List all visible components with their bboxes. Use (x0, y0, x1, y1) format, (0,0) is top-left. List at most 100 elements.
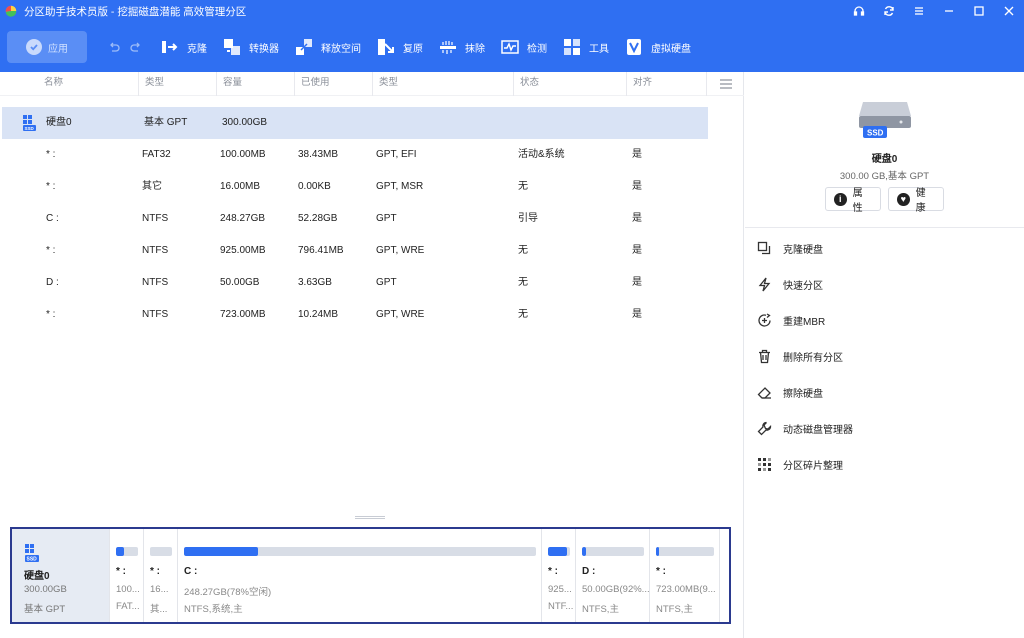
op-defrag[interactable]: 分区碎片整理 (757, 454, 843, 474)
headset-icon[interactable] (844, 0, 874, 22)
cell-align: 是 (632, 149, 642, 160)
partition-size: 925... (548, 584, 572, 595)
disk-map-partition[interactable]: C : 248.27GB(78%空闲) NTFS,系统,主 (178, 529, 542, 622)
undo-icon[interactable] (107, 41, 120, 54)
column-settings-icon[interactable] (706, 72, 744, 96)
op-rebuild-mbr[interactable]: 重建MBR (757, 310, 825, 330)
cell-used: 796.41MB (298, 245, 344, 256)
clone-disk-icon (757, 241, 771, 254)
tool-virtual-disk[interactable]: 虚拟硬盘 (625, 31, 691, 63)
usage-bar (656, 547, 714, 556)
col-fs-type[interactable]: 类型 (138, 72, 216, 96)
tool-label: 转换器 (249, 43, 279, 55)
partition-fs: NTFS,主 (656, 604, 693, 615)
svg-text:SSD: SSD (27, 557, 38, 563)
tool-convert[interactable]: 转换器 (223, 31, 279, 63)
partition-letter: D : (582, 566, 596, 577)
ssd-disk-icon: SSD (859, 102, 911, 138)
col-align[interactable]: 对齐 (626, 72, 706, 96)
refresh-icon[interactable] (874, 0, 904, 22)
cell-status: 引导 (518, 213, 538, 224)
cell-name: C : (46, 213, 59, 224)
partition-row[interactable]: * : FAT32 100.00MB 38.43MB GPT, EFI 活动&系统 是 (0, 139, 744, 171)
lightning-icon (758, 277, 771, 291)
properties-label: 属性 (852, 188, 863, 214)
app-logo-icon (5, 5, 17, 17)
health-label: 健康 (915, 188, 926, 214)
disk-row[interactable]: SSD 硬盘0 基本 GPT 300.00GB (2, 107, 708, 139)
cell-align: 是 (632, 245, 642, 256)
tool-free-space[interactable]: 释放空间 (295, 31, 361, 63)
partition-fs: NTF... (548, 601, 574, 612)
tools-icon (563, 38, 581, 56)
tool-restore[interactable]: 复原 (377, 31, 423, 63)
op-quick-partition[interactable]: 快速分区 (757, 274, 823, 294)
partition-row[interactable]: * : NTFS 925.00MB 796.41MB GPT, WRE 无 是 (0, 235, 744, 267)
cell-used: 52.28GB (298, 213, 338, 224)
partition-row[interactable]: D : NTFS 50.00GB 3.63GB GPT 无 是 (0, 267, 744, 299)
cell-align: 是 (632, 181, 642, 192)
tool-detect[interactable]: 检测 (501, 31, 547, 63)
col-name[interactable]: 名称 (38, 72, 138, 96)
disk-map-partition[interactable]: * : 16... 其... (144, 529, 178, 622)
partition-row[interactable]: * : NTFS 723.00MB 10.24MB GPT, WRE 无 是 (0, 299, 744, 331)
panel-splitter[interactable] (355, 516, 385, 519)
apply-button[interactable]: 应用 (7, 31, 87, 63)
partition-fs: FAT... (116, 601, 140, 612)
health-button[interactable]: ♥ 健康 (888, 187, 944, 214)
disk-map-partition[interactable]: * : 925... NTF... (542, 529, 576, 622)
map-disk-type: 基本 GPT (24, 604, 66, 615)
partition-row[interactable]: * : 其它 16.00MB 0.00KB GPT, MSR 无 是 (0, 171, 744, 203)
op-delete-all-partitions[interactable]: 删除所有分区 (757, 346, 843, 366)
op-dynamic-disk-manager[interactable]: 动态磁盘管理器 (757, 418, 853, 438)
tool-label: 抹除 (465, 43, 485, 55)
partition-fs: NTFS,系统,主 (184, 604, 243, 615)
disk-map-partition[interactable]: * : 723.00MB(9... NTFS,主 (650, 529, 720, 622)
tool-tools[interactable]: 工具 (563, 31, 609, 63)
cell-capacity: 925.00MB (220, 245, 266, 256)
disk-map-partition[interactable]: D : 50.00GB(92%... NTFS,主 (576, 529, 650, 622)
health-icon: ♥ (897, 192, 910, 206)
disk-map-disk[interactable]: SSD 硬盘0 300.00GB 基本 GPT (12, 529, 110, 622)
col-partition-type[interactable]: 类型 (372, 72, 513, 96)
partition-letter: * : (548, 566, 558, 577)
col-used[interactable]: 已使用 (294, 72, 372, 96)
ssd-badge-text: SSD (867, 129, 884, 138)
properties-button[interactable]: i 属性 (825, 187, 881, 214)
title-bar: 分区助手技术员版 - 挖掘磁盘潜能 高效管理分区 (0, 0, 1024, 22)
cell-ptype: GPT, MSR (376, 181, 424, 192)
map-disk-size: 300.00GB (24, 584, 67, 595)
detect-icon (501, 38, 519, 56)
detail-disk-name: 硬盘0 (871, 154, 898, 165)
col-status[interactable]: 状态 (513, 72, 626, 96)
menu-icon[interactable] (904, 0, 934, 22)
op-label: 删除所有分区 (783, 352, 843, 364)
close-icon[interactable] (994, 0, 1024, 22)
disk-map-partition[interactable]: * : 100... FAT... (110, 529, 144, 622)
usage-bar (582, 547, 644, 556)
partition-row[interactable]: C : NTFS 248.27GB 52.28GB GPT 引导 是 (0, 203, 744, 235)
tool-wipe[interactable]: 抹除 (439, 31, 485, 63)
apply-label: 应用 (48, 43, 68, 55)
info-icon: i (834, 192, 847, 206)
redo-icon[interactable] (130, 41, 143, 54)
cell-capacity: 16.00MB (220, 181, 261, 192)
tool-clone[interactable]: 克隆 (161, 31, 207, 63)
cell-capacity: 50.00GB (220, 277, 260, 288)
maximize-icon[interactable] (964, 0, 994, 22)
cell-name: * : (46, 245, 56, 256)
op-erase-disk[interactable]: 擦除硬盘 (757, 382, 823, 402)
usage-bar (116, 547, 138, 556)
disk-map: SSD 硬盘0 300.00GB 基本 GPT * :100... FAT... *… (10, 527, 731, 624)
col-capacity[interactable]: 容量 (216, 72, 294, 96)
partition-size: 50.00GB(92%... (582, 584, 650, 595)
disk-name: 硬盘0 (46, 117, 72, 128)
op-clone-disk[interactable]: 克隆硬盘 (757, 238, 823, 258)
map-disk-name: 硬盘0 (24, 571, 50, 582)
partition-letter: * : (116, 566, 126, 577)
minimize-icon[interactable] (934, 0, 964, 22)
cell-used: 38.43MB (298, 149, 339, 160)
detail-disk-info: 300.00 GB,基本 GPT (839, 171, 930, 182)
defrag-icon (758, 457, 771, 471)
usage-bar-fill (116, 547, 125, 556)
